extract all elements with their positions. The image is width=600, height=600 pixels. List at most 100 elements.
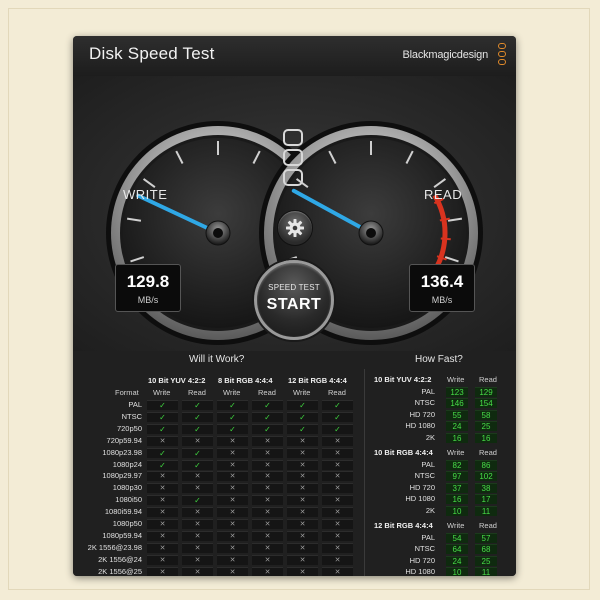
check-icon: ✓ [287, 423, 318, 434]
read-speed: 154 [475, 398, 497, 409]
cross-icon: ✕ [147, 507, 178, 518]
write-speed: 10 [446, 567, 468, 576]
cross-icon: ✕ [287, 519, 318, 529]
write-col-header: Write [447, 375, 465, 384]
read-speed: 16 [475, 432, 497, 443]
cross-icon: ✕ [252, 447, 283, 458]
speed-format-label: 2K [425, 432, 435, 442]
speed-format-label: HD 720 [409, 555, 435, 565]
speed-format-label: NTSC [414, 544, 435, 554]
write-speed: 64 [446, 544, 468, 555]
column-header: Read [258, 388, 276, 397]
cross-icon: ✕ [147, 554, 178, 565]
start-button[interactable]: SPEED TEST START [254, 260, 334, 340]
write-speed: 10 [446, 505, 468, 516]
cross-icon: ✕ [147, 435, 178, 446]
speed-format-label: HD 1080 [405, 494, 435, 504]
speed-format-label: PAL [421, 460, 435, 469]
read-speed: 86 [475, 460, 497, 470]
speed-format-label: 2K [425, 505, 435, 515]
cross-icon: ✕ [147, 495, 178, 506]
cross-icon: ✕ [287, 459, 318, 470]
cross-icon: ✕ [322, 459, 353, 470]
brand-rings-icon [283, 129, 305, 189]
write-readout: 129.8 MB/s [115, 264, 181, 312]
write-speed: 37 [446, 482, 468, 493]
cross-icon: ✕ [182, 566, 213, 576]
check-icon: ✓ [182, 423, 213, 434]
cross-icon: ✕ [147, 542, 178, 553]
cross-icon: ✕ [182, 435, 213, 446]
speed-group-header: 10 Bit YUV 4:2:2 [374, 375, 432, 384]
cross-icon: ✕ [147, 566, 178, 576]
check-icon: ✓ [147, 447, 178, 458]
will-it-work-title: Will it Work? [189, 354, 245, 365]
start-button-label: START [266, 296, 322, 313]
column-header: Write [293, 388, 311, 397]
format-label: 1080p29.97 [102, 471, 142, 481]
cross-icon: ✕ [182, 554, 213, 565]
cross-icon: ✕ [182, 471, 213, 482]
cross-icon: ✕ [252, 483, 283, 494]
cross-icon: ✕ [182, 483, 213, 494]
check-icon: ✓ [217, 400, 248, 410]
write-col-header: Write [447, 448, 465, 457]
cross-icon: ✕ [322, 542, 353, 553]
cross-icon: ✕ [217, 542, 248, 553]
cross-icon: ✕ [252, 459, 283, 470]
speed-format-label: HD 1080 [405, 567, 435, 576]
cross-icon: ✕ [217, 519, 248, 529]
cross-icon: ✕ [322, 471, 353, 482]
cross-icon: ✕ [217, 554, 248, 565]
cross-icon: ✕ [287, 566, 318, 576]
cross-icon: ✕ [322, 483, 353, 494]
check-icon: ✓ [182, 447, 213, 458]
speed-format-label: HD 720 [409, 482, 435, 492]
settings-button[interactable] [277, 210, 313, 246]
speed-format-label: HD 720 [409, 409, 435, 419]
gauge-panel: WRITE READ 129.8 MB/s 136.4 MB/s SPEED T… [73, 76, 516, 351]
read-speed: 38 [475, 482, 497, 493]
cross-icon: ✕ [182, 542, 213, 553]
read-label: READ [424, 187, 463, 202]
cross-icon: ✕ [252, 566, 283, 576]
app-title: Disk Speed Test [89, 44, 215, 63]
write-speed: 55 [446, 409, 468, 420]
format-label: 1080p50 [112, 519, 142, 528]
write-speed: 24 [446, 421, 468, 432]
cross-icon: ✕ [252, 495, 283, 506]
check-icon: ✓ [252, 423, 283, 434]
group-header: 10 Bit YUV 4:2:2 [148, 376, 206, 385]
check-icon: ✓ [252, 400, 283, 410]
read-speed: 129 [475, 387, 497, 397]
cross-icon: ✕ [252, 542, 283, 553]
cross-icon: ✕ [217, 435, 248, 446]
cross-icon: ✕ [252, 530, 283, 541]
cross-icon: ✕ [287, 495, 318, 506]
how-fast-title: How Fast? [415, 354, 463, 365]
cross-icon: ✕ [287, 447, 318, 458]
brand-logo-icon [496, 43, 508, 69]
cross-icon: ✕ [217, 447, 248, 458]
format-label: 720p50 [116, 423, 142, 433]
speed-group-header: 12 Bit RGB 4:4:4 [374, 521, 433, 530]
cross-icon: ✕ [322, 519, 353, 529]
column-header: Write [153, 388, 171, 397]
speed-format-label: HD 1080 [405, 421, 435, 431]
cross-icon: ✕ [252, 435, 283, 446]
brand-logo-text: Blackmagicdesign [402, 49, 489, 61]
cross-icon: ✕ [287, 542, 318, 553]
cross-icon: ✕ [217, 566, 248, 576]
write-value: 129.8 [126, 272, 170, 291]
format-label: 1080p30 [112, 483, 142, 493]
format-label: 2K 1556@23.98 [87, 542, 142, 552]
read-speed: 58 [475, 409, 497, 420]
check-icon: ✓ [217, 411, 248, 422]
read-speed: 25 [475, 421, 497, 432]
speed-group-header: 10 Bit RGB 4:4:4 [374, 448, 433, 457]
read-speed: 57 [475, 533, 497, 543]
write-speed: 97 [446, 471, 468, 482]
cross-icon: ✕ [287, 435, 318, 446]
cross-icon: ✕ [322, 507, 353, 518]
cross-icon: ✕ [287, 530, 318, 541]
